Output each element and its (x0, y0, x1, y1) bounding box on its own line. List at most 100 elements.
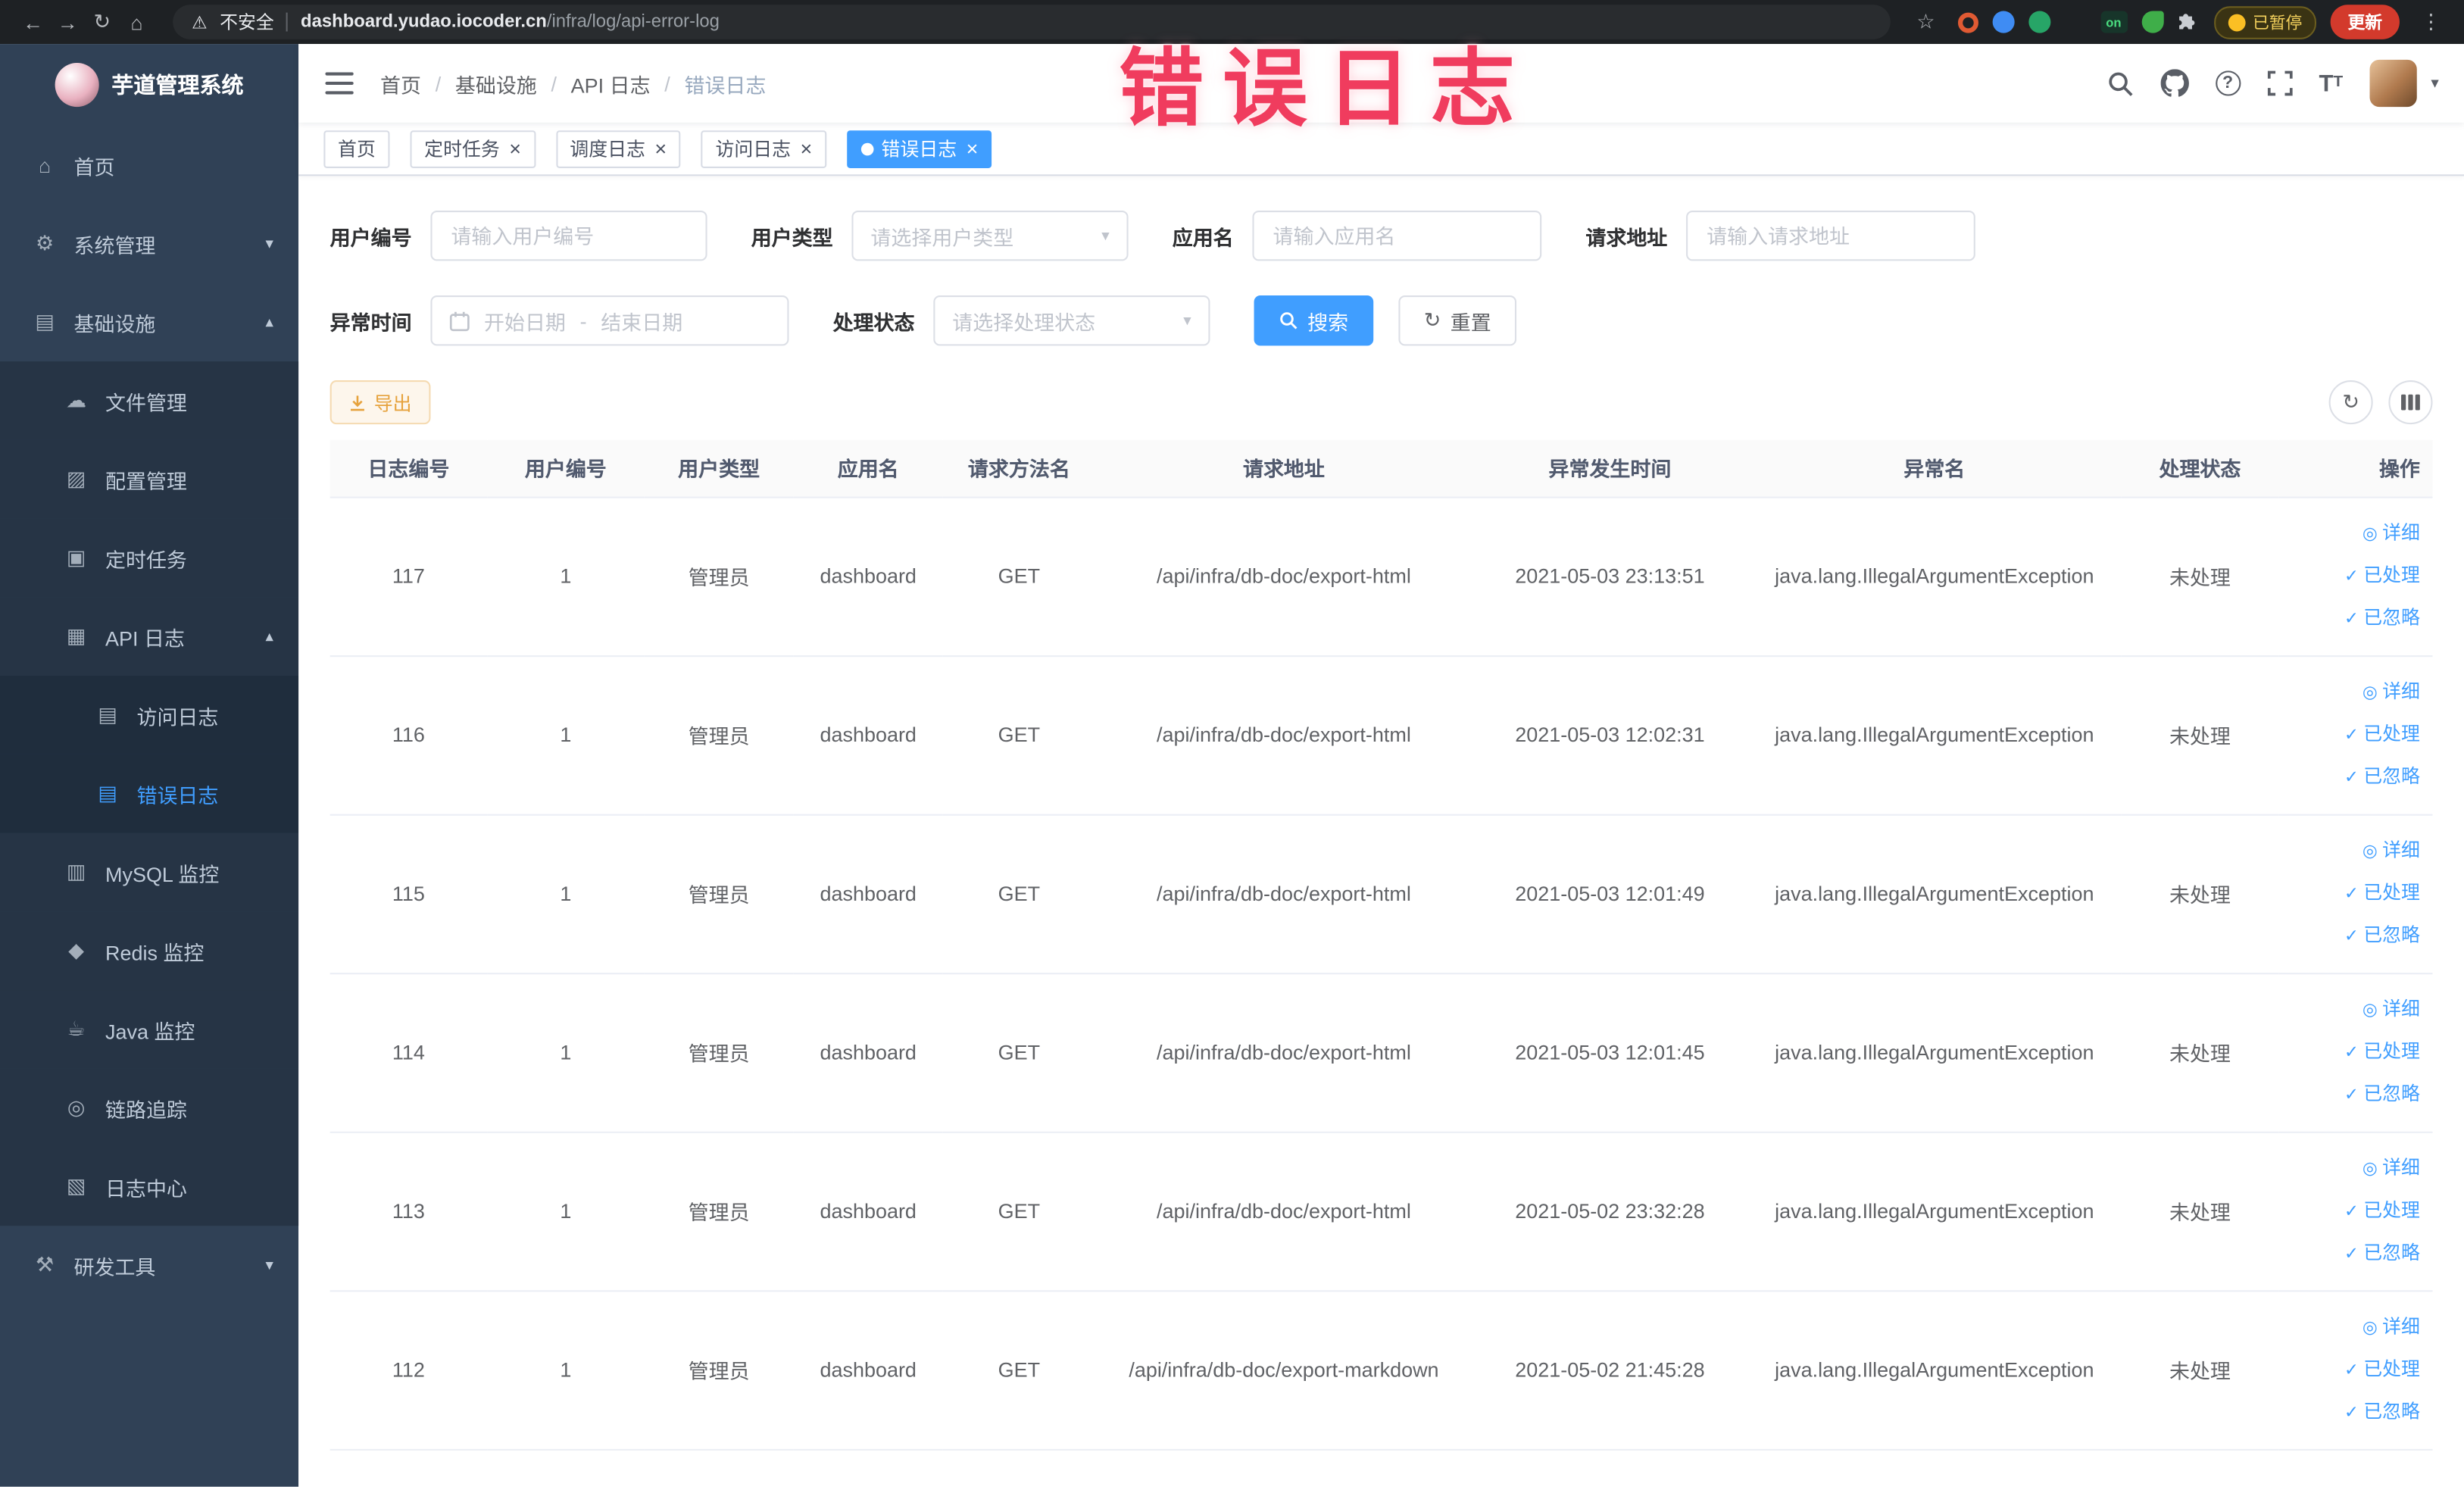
close-icon[interactable]: × (509, 139, 521, 159)
action-ignore-link[interactable]: ✓ 已忽略 (2278, 1073, 2420, 1116)
tab-label: 错误日志 (881, 138, 957, 161)
sidebar-item-file[interactable]: ☁ 文件管理 (0, 361, 299, 440)
back-icon[interactable]: ← (16, 10, 51, 33)
extension-icon-drop[interactable] (1991, 11, 2014, 33)
exception-time-range-picker[interactable]: 开始日期 - 结束日期 (430, 295, 789, 346)
api-log-icon: ▦ (66, 623, 86, 648)
avatar[interactable] (2369, 59, 2417, 108)
chevron-down-icon[interactable]: ▾ (2431, 75, 2438, 92)
user-id-label: 用户编号 (329, 225, 412, 249)
action-done-link[interactable]: ✓ 已处理 (2278, 872, 2420, 914)
browser-menu-dots-icon[interactable]: ⋮ (2414, 9, 2449, 34)
reset-button[interactable]: ↻ 重置 (1398, 295, 1516, 346)
hamburger-icon[interactable] (323, 72, 354, 95)
action-label: 已忽略 (2363, 1082, 2420, 1105)
action-done-link[interactable]: ✓ 已处理 (2278, 555, 2420, 597)
search-icon[interactable] (2106, 70, 2133, 96)
close-icon[interactable]: × (801, 139, 813, 159)
sidebar-item-api-log[interactable]: ▦ API 日志 ▴ (0, 597, 299, 676)
search-button[interactable]: 搜索 (1254, 295, 1374, 346)
breadcrumb-item-3[interactable]: API 日志 (571, 68, 651, 98)
config-icon: ▨ (66, 467, 86, 491)
browser-home-icon[interactable]: ⌂ (120, 10, 155, 33)
sidebar-item-label: API 日志 (105, 626, 185, 650)
chevron-down-icon: ▾ (265, 235, 273, 252)
action-label: 已处理 (2363, 1040, 2420, 1063)
sidebar-item-infra[interactable]: ▤ 基础设施 ▴ (0, 283, 298, 361)
sidebar-item-system[interactable]: ⚙ 系统管理 ▾ (0, 205, 298, 283)
cell-request-url: /api/infra/db-doc/export-html (1095, 814, 1472, 974)
action-done-link[interactable]: ✓ 已处理 (2278, 1189, 2420, 1232)
action-detail-link[interactable]: ◎ 详细 (2278, 829, 2420, 872)
paused-badge[interactable]: 已暂停 (2213, 5, 2316, 39)
sidebar-item-tracing[interactable]: ◎ 链路追踪 (0, 1068, 299, 1148)
reload-icon[interactable]: ↻ (85, 9, 120, 34)
action-done-link[interactable]: ✓ 已处理 (2278, 1031, 2420, 1073)
process-status-select[interactable]: 请选择处理状态 ▾ (933, 295, 1210, 346)
font-size-icon[interactable]: TT (2319, 71, 2343, 95)
help-icon[interactable]: ? (2215, 70, 2241, 96)
tab-job-log[interactable]: 调度日志 × (555, 130, 681, 167)
column-header-5: 请求地址 (1095, 439, 1472, 498)
action-detail-link[interactable]: ◎ 详细 (2278, 1147, 2420, 1189)
exception-time-label: 异常时间 (329, 310, 412, 334)
request-url-input[interactable] (1686, 210, 1975, 261)
cell-exception-name: java.lang.IllegalArgumentException (1747, 496, 2122, 657)
column-header-3: 应用名 (793, 439, 943, 498)
action-ignore-link[interactable]: ✓ 已忽略 (2278, 756, 2420, 798)
action-ignore-link[interactable]: ✓ 已忽略 (2278, 914, 2420, 957)
user-type-select[interactable]: 请选择用户类型 ▾ (851, 210, 1129, 261)
action-done-link[interactable]: ✓ 已处理 (2278, 714, 2420, 756)
refresh-table-button[interactable]: ↻ (2328, 380, 2373, 425)
forward-icon[interactable]: → (50, 10, 85, 33)
sidebar-item-java[interactable]: ☕ Java 监控 (0, 990, 299, 1069)
extensions-puzzle-icon[interactable] (2177, 11, 2199, 33)
address-bar[interactable]: ⚠ 不安全 dashboard.yudao.iocoder.cn/infra/l… (173, 5, 1890, 39)
sidebar-item-log-center[interactable]: ▧ 日志中心 (0, 1147, 299, 1226)
app-logo[interactable]: 芋道管理系统 (0, 44, 298, 126)
close-icon[interactable]: × (654, 139, 667, 159)
app-name-input[interactable] (1252, 210, 1542, 261)
action-ignore-link[interactable]: ✓ 已忽略 (2278, 597, 2420, 639)
fullscreen-icon[interactable] (2267, 70, 2293, 96)
update-button[interactable]: 更新 (2330, 5, 2400, 39)
cell-user-id: 1 (487, 655, 645, 815)
sidebar-item-access-log[interactable]: ▤ 访问日志 (0, 676, 299, 754)
action-detail-link[interactable]: ◎ 详细 (2278, 671, 2420, 714)
action-detail-link[interactable]: ◎ 详细 (2278, 512, 2420, 555)
filter-row-2: 异常时间 开始日期 - 结束日期 处理状态 请选择处理状态 ▾ 搜索 ↻ 重置 (329, 295, 2433, 346)
action-done-link[interactable]: ✓ 已处理 (2278, 1348, 2420, 1391)
user-id-input[interactable] (430, 210, 707, 261)
tab-job[interactable]: 定时任务 × (410, 130, 536, 167)
sidebar-item-config[interactable]: ▨ 配置管理 (0, 439, 299, 519)
action-ignore-link[interactable]: ✓ 已忽略 (2278, 1232, 2420, 1275)
close-icon[interactable]: × (967, 139, 979, 159)
sidebar-item-mysql[interactable]: ▥ MySQL 监控 (0, 833, 299, 912)
extension-icon-on-badge[interactable]: on (2100, 11, 2127, 33)
bookmark-star-icon[interactable]: ☆ (1909, 9, 1944, 34)
github-icon[interactable] (2160, 69, 2189, 97)
column-header-0: 日志编号 (329, 439, 488, 498)
action-detail-link[interactable]: ◎ 详细 (2278, 989, 2420, 1031)
toolbar-right: ↻ (2328, 380, 2433, 425)
breadcrumb-item-2[interactable]: 基础设施 (455, 68, 537, 98)
paused-badge-label: 已暂停 (2252, 13, 2303, 33)
cell-user-id: 1 (487, 814, 645, 974)
sidebar-item-error-log[interactable]: ▤ 错误日志 (0, 754, 299, 833)
tab-error-log[interactable]: 错误日志 × (846, 130, 993, 167)
sidebar-item-dev-tools[interactable]: ⚒ 研发工具 ▾ (0, 1226, 298, 1304)
tab-access-log[interactable]: 访问日志 × (701, 130, 826, 167)
breadcrumb-item-1[interactable]: 首页 (380, 68, 421, 98)
column-settings-button[interactable] (2388, 380, 2433, 425)
extension-icon-grid[interactable] (2064, 11, 2086, 33)
action-detail-link[interactable]: ◎ 详细 (2278, 1306, 2420, 1348)
action-ignore-link[interactable]: ✓ 已忽略 (2278, 1391, 2420, 1433)
export-button[interactable]: 导出 (329, 380, 431, 425)
sidebar-item-redis[interactable]: ◆ Redis 监控 (0, 911, 299, 991)
extension-icon-sprout[interactable] (2141, 11, 2163, 33)
extension-icon-green[interactable] (2028, 11, 2050, 33)
sidebar-item-job[interactable]: ▣ 定时任务 (0, 518, 299, 598)
extension-icon-ring[interactable] (1957, 11, 1978, 33)
tab-home[interactable]: 首页 (323, 130, 390, 167)
sidebar-item-home[interactable]: ⌂ 首页 (0, 126, 298, 205)
